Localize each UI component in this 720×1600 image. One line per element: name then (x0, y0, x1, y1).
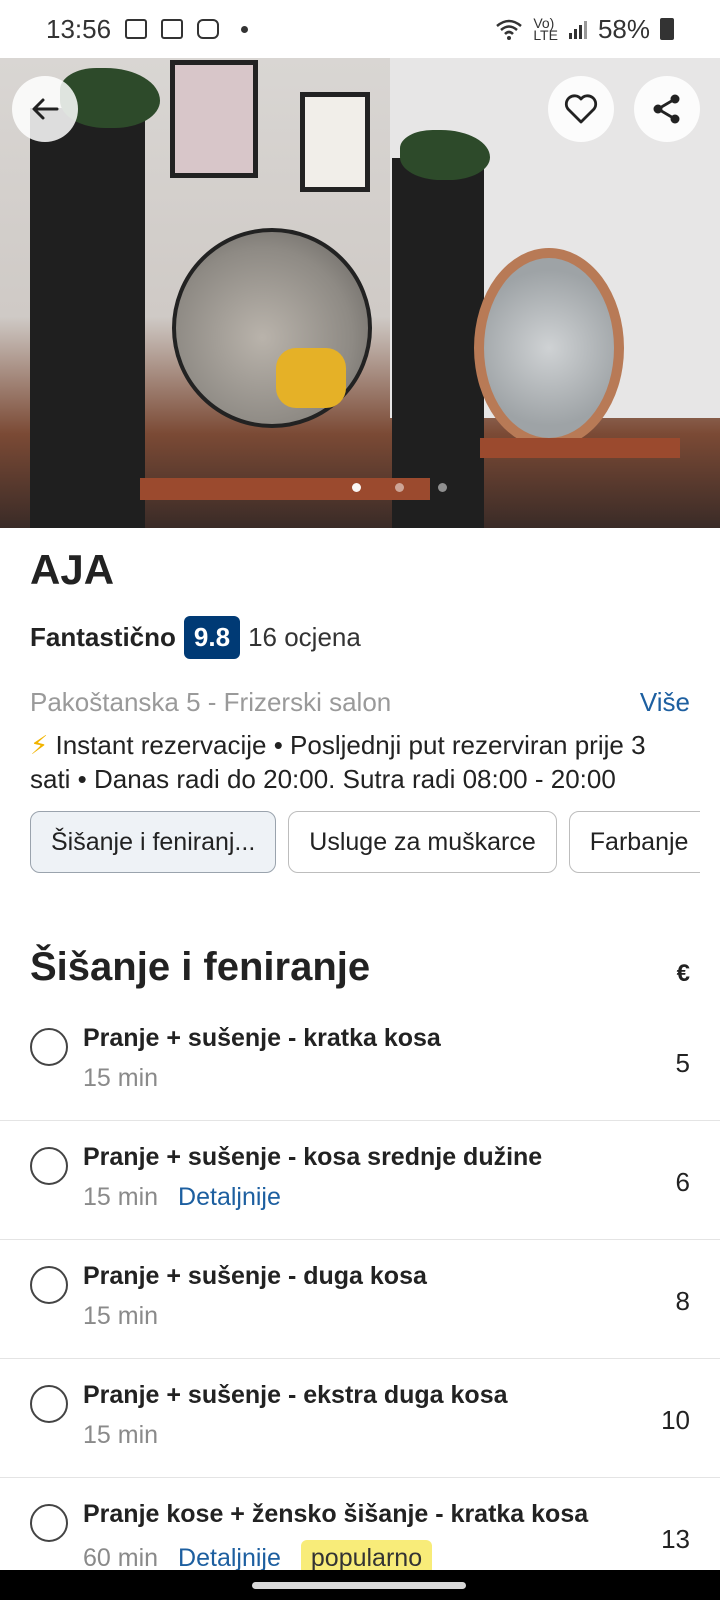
category-chip[interactable]: Šišanje i feniranj... (30, 811, 277, 873)
review-count: 16 ocjena (248, 622, 361, 652)
salon-name: AJA (30, 546, 115, 593)
more-link[interactable]: Više (640, 687, 690, 718)
service-duration: 15 min (83, 1421, 159, 1449)
category-chip[interactable]: Farbanje (568, 811, 700, 873)
salon-photo-carousel[interactable] (0, 58, 720, 528)
service-radio[interactable] (30, 1147, 68, 1185)
service-duration: 15 min (83, 1064, 159, 1092)
service-item[interactable]: Pranje + sušenje - duga kosa 15 min 8 (0, 1240, 720, 1359)
service-duration: 15 min (83, 1183, 159, 1211)
carousel-dot[interactable] (395, 483, 404, 492)
status-right: Vo) LTE 58% (495, 14, 674, 45)
status-left: 13:56 (46, 13, 249, 45)
service-name: Pranje + sušenje - duga kosa (83, 1262, 427, 1290)
service-name: Pranje + sušenje - kratka kosa (83, 1024, 441, 1052)
currency-label: € (676, 960, 690, 987)
carousel-dot[interactable] (438, 483, 447, 492)
salon-description: ⚡ Instant rezervacije • Posljednji put r… (30, 728, 690, 796)
category-chip[interactable]: Usluge za muškarce (288, 811, 557, 873)
notification-dot-icon (241, 25, 249, 33)
service-item[interactable]: Pranje + sušenje - kosa srednje dužine 1… (0, 1121, 720, 1240)
service-price: 5 (675, 1048, 690, 1078)
battery-icon (660, 18, 674, 40)
photo-desk-2 (480, 438, 680, 458)
favorite-button[interactable] (548, 76, 614, 142)
photo-mirror-2 (474, 248, 624, 448)
service-details-link[interactable]: Detaljnije (178, 1183, 281, 1212)
photo-plant-2 (400, 130, 490, 180)
home-handle[interactable] (252, 1582, 466, 1589)
gallery-icon (125, 19, 148, 39)
arrow-back-icon (32, 98, 59, 120)
rating-label: Fantastično (30, 622, 176, 652)
share-button[interactable] (634, 76, 700, 142)
description-text: Instant rezervacije • Posljednji put rez… (30, 730, 646, 794)
photo-shelf-middle (392, 158, 484, 528)
service-item[interactable]: Pranje + sušenje - ekstra duga kosa 15 m… (0, 1359, 720, 1478)
service-price: 8 (675, 1286, 690, 1316)
service-meta: 15 min (83, 1302, 158, 1331)
service-radio[interactable] (30, 1028, 68, 1066)
service-price: 10 (661, 1405, 690, 1435)
service-radio[interactable] (30, 1266, 68, 1304)
service-name: Pranje kose + žensko šišanje - kratka ko… (83, 1500, 589, 1528)
service-meta: 15 min (83, 1421, 158, 1450)
heart-icon (564, 94, 598, 124)
bag-icon (197, 19, 220, 39)
service-meta: 15 min Detaljnije (83, 1183, 281, 1212)
status-bar: 13:56 Vo) LTE 58% (0, 0, 720, 58)
category-tabs: Šišanje i feniranj... Usluge za muškarce… (30, 811, 700, 873)
service-name: Pranje + sušenje - kosa srednje dužine (83, 1143, 543, 1171)
service-details-link[interactable]: Detaljnije (178, 1544, 281, 1573)
bolt-icon: ⚡ (30, 730, 49, 760)
service-radio[interactable] (30, 1504, 68, 1542)
service-meta: 15 min (83, 1064, 158, 1093)
service-radio[interactable] (30, 1385, 68, 1423)
volte-icon: Vo) LTE (533, 15, 558, 43)
service-name: Pranje + sušenje - ekstra duga kosa (83, 1381, 508, 1409)
back-button[interactable] (12, 76, 78, 142)
service-price: 13 (661, 1524, 690, 1554)
signal-icon (568, 21, 587, 39)
photo-frame-2 (300, 92, 370, 192)
service-duration: 60 min (83, 1544, 159, 1572)
salon-info: AJA Fantastično 9.8 16 ocjena Pakoštansk… (30, 528, 690, 796)
section-title: Šišanje i feniranje (30, 945, 371, 989)
service-price: 6 (675, 1167, 690, 1197)
status-time: 13:56 (46, 13, 112, 44)
service-duration: 15 min (83, 1302, 159, 1330)
share-icon (653, 94, 680, 124)
calendar-icon (161, 19, 184, 39)
battery-percent: 58% (597, 13, 650, 44)
service-item[interactable]: Pranje + sušenje - kratka kosa 15 min 5 (0, 1002, 720, 1121)
section-header: Šišanje i feniranje € (30, 945, 690, 990)
address-row: Pakoštanska 5 - Frizerski salon Više (30, 687, 690, 718)
system-nav-bar (0, 1570, 720, 1600)
rating-row[interactable]: Fantastično 9.8 16 ocjena (30, 616, 690, 659)
photo-shelf-left (30, 108, 145, 528)
carousel-dot[interactable] (352, 483, 361, 492)
photo-chair (276, 348, 346, 408)
salon-address: Pakoštanska 5 - Frizerski salon (30, 687, 392, 717)
wifi-icon (496, 19, 523, 40)
photo-frame (170, 60, 258, 178)
rating-badge: 9.8 (183, 616, 241, 659)
carousel-indicator (352, 483, 447, 492)
